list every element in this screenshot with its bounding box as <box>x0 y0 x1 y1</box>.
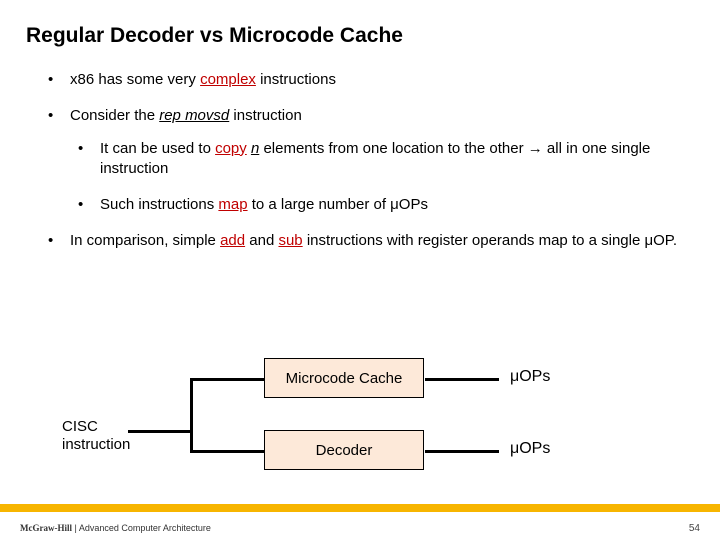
footer-subtitle: | Advanced Computer Architecture <box>72 523 211 533</box>
text: to a large number of μOPs <box>248 196 428 213</box>
connector-line <box>425 378 499 381</box>
connector-line <box>190 378 264 381</box>
text: In comparison, simple <box>70 232 220 249</box>
emph: complex <box>200 71 256 88</box>
bullet-1: x86 has some very complex instructions <box>40 70 680 90</box>
uops-output-2: μOPs <box>510 440 550 458</box>
footer-source: McGraw-Hill | Advanced Computer Architec… <box>20 523 211 534</box>
connector-line <box>425 450 499 453</box>
diagram-source-label: CISC instruction <box>62 418 130 454</box>
bullet-2b: Such instructions map to a large number … <box>70 195 680 215</box>
bullet-2: Consider the rep movsd instruction It ca… <box>40 106 680 215</box>
connector-line <box>128 430 192 433</box>
connector-line <box>190 378 193 453</box>
footer-publisher: McGraw-Hill <box>20 523 72 533</box>
uops-output-1: μOPs <box>510 368 550 386</box>
text: It can be used to <box>100 140 215 157</box>
flow-diagram: CISC instruction Microcode Cache Decoder… <box>0 330 720 480</box>
text: instructions with register operands map … <box>303 232 677 249</box>
text: Such instructions <box>100 196 218 213</box>
bullet-content: x86 has some very complex instructions C… <box>0 48 720 252</box>
page-title: Regular Decoder vs Microcode Cache <box>0 0 720 48</box>
text: instruction <box>229 107 302 124</box>
code: rep movsd <box>159 107 229 124</box>
connector-line <box>190 450 264 453</box>
microcode-cache-box: Microcode Cache <box>264 358 424 398</box>
emph: map <box>218 196 247 213</box>
decoder-box: Decoder <box>264 430 424 470</box>
page-number: 54 <box>689 523 700 534</box>
text: Consider the <box>70 107 159 124</box>
footer-accent-bar <box>0 504 720 512</box>
bullet-2a: It can be used to copy n elements from o… <box>70 139 680 180</box>
emph: sub <box>278 232 302 249</box>
bullet-3: In comparison, simple add and sub instru… <box>40 231 680 251</box>
text: and <box>245 232 278 249</box>
text: x86 has some very <box>70 71 200 88</box>
emph: add <box>220 232 245 249</box>
emph: copy <box>215 140 247 157</box>
text: instructions <box>256 71 336 88</box>
footer: McGraw-Hill | Advanced Computer Architec… <box>0 517 720 540</box>
